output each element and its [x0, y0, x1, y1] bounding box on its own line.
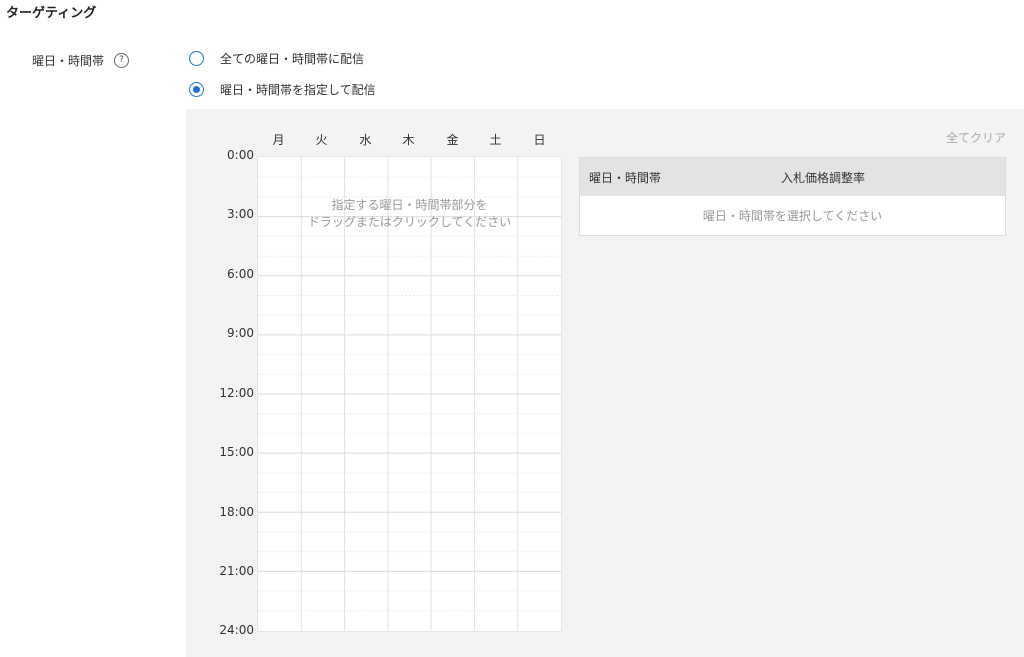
- time-label-21: 21:00: [219, 564, 254, 578]
- schedule-panel: 全てクリア 月 火 水 木 金 土 日 0:00 3:00 6:00 9:00 …: [186, 109, 1024, 657]
- time-label-24: 24:00: [219, 623, 254, 637]
- time-label-9: 9:00: [227, 326, 254, 340]
- time-label-18: 18:00: [219, 505, 254, 519]
- time-label-0: 0:00: [227, 148, 254, 162]
- field-label-text: 曜日・時間帯: [32, 54, 105, 68]
- clear-all-button[interactable]: 全てクリア: [946, 129, 1006, 146]
- table-empty-message: 曜日・時間帯を選択してください: [702, 209, 883, 223]
- radio-option-specify-label: 曜日・時間帯を指定して配信: [220, 83, 376, 97]
- help-icon[interactable]: ?: [114, 53, 130, 68]
- radio-option-all[interactable]: 全ての曜日・時間帯に配信: [189, 50, 364, 67]
- time-label-6: 6:00: [227, 267, 254, 281]
- day-header-fri: 金: [446, 133, 459, 147]
- day-header-sat: 土: [489, 133, 502, 147]
- radio-option-all-label: 全ての曜日・時間帯に配信: [220, 52, 365, 66]
- day-time-field-label: 曜日・時間帯 ?: [32, 52, 130, 69]
- table-header: 曜日・時間帯 入札価格調整率: [580, 158, 1005, 196]
- time-label-12: 12:00: [219, 386, 254, 400]
- schedule-grid[interactable]: [257, 156, 562, 632]
- adjustment-table: 曜日・時間帯 入札価格調整率 曜日・時間帯を選択してください: [579, 157, 1006, 236]
- radio-checked-icon[interactable]: [189, 82, 204, 97]
- table-header-day-time: 曜日・時間帯: [589, 170, 662, 185]
- day-header-thu: 木: [402, 133, 415, 147]
- section-title: ターゲティング: [6, 6, 97, 21]
- table-header-bid-adjustment: 入札価格調整率: [780, 170, 865, 185]
- time-label-3: 3:00: [227, 207, 254, 221]
- radio-option-specify[interactable]: 曜日・時間帯を指定して配信: [189, 81, 376, 98]
- radio-unchecked-icon[interactable]: [189, 51, 204, 66]
- day-header-wed: 水: [359, 133, 372, 147]
- day-header-tue: 火: [315, 133, 328, 147]
- day-header-mon: 月: [272, 133, 285, 147]
- day-header-sun: 日: [533, 133, 546, 147]
- time-label-15: 15:00: [219, 445, 254, 459]
